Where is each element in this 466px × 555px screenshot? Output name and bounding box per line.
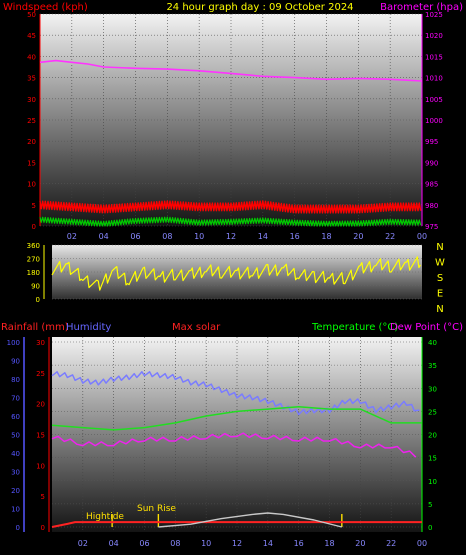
time-tick-label: 10 bbox=[201, 539, 211, 548]
humidity-tick-label: 100 bbox=[7, 339, 20, 347]
wind-tick-label: 30 bbox=[27, 96, 36, 104]
dewpoint-label: Dew Point (°C) bbox=[390, 322, 463, 333]
hightide-label: Hightide bbox=[86, 512, 124, 522]
rain-tick-label: 15 bbox=[36, 432, 45, 440]
rain-tick-label: 20 bbox=[36, 401, 45, 409]
temperature-tick-label: 35 bbox=[428, 362, 437, 370]
temperature-tick-label: 0 bbox=[428, 524, 432, 532]
baro-tick-label: 1015 bbox=[425, 53, 443, 61]
rain-tick-label: 30 bbox=[36, 339, 45, 347]
rain-tick-label: 0 bbox=[41, 524, 45, 532]
chart-title: 24 hour graph day : 09 October 2024 bbox=[166, 2, 353, 13]
weather-graph: Windspeed (kph) 24 hour graph day : 09 O… bbox=[1, 2, 463, 548]
wind-tick-label: 25 bbox=[27, 117, 36, 125]
humidity-tick-label: 30 bbox=[11, 469, 20, 477]
rain-tick-label: 25 bbox=[36, 370, 45, 378]
baro-tick-label: 980 bbox=[425, 202, 438, 210]
time-tick-label: 16 bbox=[290, 232, 300, 241]
wind-tick-label: 40 bbox=[27, 53, 36, 61]
direction-tick-label: 270 bbox=[27, 256, 40, 264]
baro-tick-label: 1005 bbox=[425, 96, 443, 104]
baro-tick-label: 1025 bbox=[425, 11, 443, 19]
max-solar-label: Max solar bbox=[172, 322, 221, 333]
wind-tick-label: 35 bbox=[27, 75, 36, 83]
time-tick-label: 16 bbox=[294, 539, 304, 548]
compass-label: W bbox=[435, 258, 445, 269]
time-tick-label: 12 bbox=[226, 232, 236, 241]
temperature-tick-label: 10 bbox=[428, 478, 437, 486]
temperature-tick-label: 40 bbox=[428, 339, 437, 347]
time-tick-label: 06 bbox=[130, 232, 140, 241]
rain-tick-label: 5 bbox=[41, 493, 45, 501]
baro-tick-label: 975 bbox=[425, 223, 438, 231]
direction-tick-label: 90 bbox=[31, 283, 40, 291]
rain-tick-label: 10 bbox=[36, 462, 45, 470]
baro-tick-label: 1000 bbox=[425, 117, 443, 125]
time-tick-label: 18 bbox=[324, 539, 334, 548]
time-tick-label: 14 bbox=[263, 539, 273, 548]
wind-tick-label: 5 bbox=[32, 202, 36, 210]
rainfall-label: Rainfall (mm) bbox=[1, 322, 69, 333]
baro-tick-label: 1020 bbox=[425, 32, 443, 40]
time-tick-label: 20 bbox=[353, 232, 363, 241]
temperature-label: Temperature (°C) bbox=[311, 322, 398, 333]
wind-tick-label: 50 bbox=[27, 11, 36, 19]
time-tick-label: 00 bbox=[417, 539, 427, 548]
humidity-tick-label: 90 bbox=[11, 358, 20, 366]
time-tick-label: 02 bbox=[67, 232, 77, 241]
time-tick-label: 08 bbox=[170, 539, 180, 548]
humidity-tick-label: 40 bbox=[11, 450, 20, 458]
temperature-tick-label: 20 bbox=[428, 432, 437, 440]
time-tick-label: 06 bbox=[139, 539, 149, 548]
compass-label: S bbox=[437, 273, 443, 284]
time-tick-label: 04 bbox=[99, 232, 109, 241]
time-tick-label: 10 bbox=[194, 232, 204, 241]
time-tick-label: 20 bbox=[355, 539, 365, 548]
baro-tick-label: 995 bbox=[425, 138, 438, 146]
wind-tick-label: 45 bbox=[27, 32, 36, 40]
time-tick-label: 18 bbox=[321, 232, 331, 241]
compass-label: N bbox=[436, 242, 443, 253]
humidity-tick-label: 50 bbox=[11, 432, 20, 440]
compass-label: E bbox=[437, 289, 443, 300]
time-tick-label: 14 bbox=[258, 232, 268, 241]
humidity-tick-label: 70 bbox=[11, 395, 20, 403]
baro-axis-label: Barometer (hpa) bbox=[380, 2, 463, 13]
sunrise-label: Sun Rise bbox=[137, 504, 176, 514]
direction-tick-label: 180 bbox=[27, 269, 40, 277]
humidity-tick-label: 80 bbox=[11, 376, 20, 384]
baro-tick-label: 1010 bbox=[425, 75, 443, 83]
baro-tick-label: 990 bbox=[425, 159, 438, 167]
wind-tick-label: 15 bbox=[27, 159, 36, 167]
time-tick-label: 22 bbox=[386, 539, 396, 548]
direction-tick-label: 0 bbox=[36, 296, 40, 304]
time-tick-label: 00 bbox=[417, 232, 427, 241]
wind-tick-label: 0 bbox=[32, 223, 36, 231]
temperature-tick-label: 30 bbox=[428, 385, 437, 393]
time-tick-label: 08 bbox=[162, 232, 172, 241]
time-tick-label: 12 bbox=[232, 539, 242, 548]
humidity-tick-label: 0 bbox=[16, 524, 20, 532]
humidity-tick-label: 10 bbox=[11, 506, 20, 514]
time-tick-label: 04 bbox=[109, 539, 119, 548]
time-tick-label: 22 bbox=[385, 232, 395, 241]
temperature-tick-label: 15 bbox=[428, 455, 437, 463]
wind-tick-label: 10 bbox=[27, 181, 36, 189]
wind-tick-label: 20 bbox=[27, 138, 36, 146]
direction-panel bbox=[52, 245, 422, 299]
temperature-tick-label: 5 bbox=[428, 501, 432, 509]
direction-tick-label: 360 bbox=[27, 242, 40, 250]
compass-label: N bbox=[436, 304, 443, 315]
time-tick-label: 02 bbox=[78, 539, 88, 548]
humidity-tick-label: 60 bbox=[11, 413, 20, 421]
humidity-tick-label: 20 bbox=[11, 487, 20, 495]
wind-axis-label: Windspeed (kph) bbox=[3, 2, 88, 13]
temperature-tick-label: 25 bbox=[428, 408, 437, 416]
baro-tick-label: 985 bbox=[425, 181, 438, 189]
humidity-label: Humidity bbox=[66, 322, 111, 333]
